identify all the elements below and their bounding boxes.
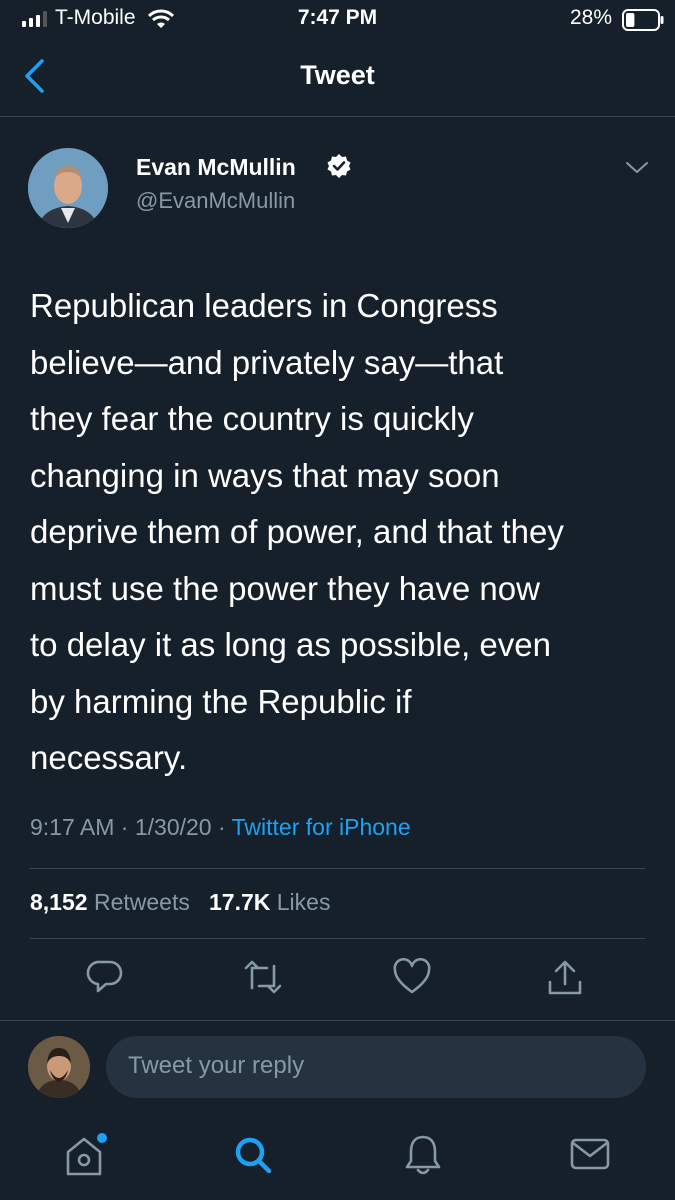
divider [0,1020,675,1021]
divider [0,116,675,117]
reply-placeholder: Tweet your reply [128,1052,305,1079]
user-avatar[interactable] [28,1036,90,1098]
author-avatar[interactable] [28,148,108,228]
battery-icon [622,9,664,31]
chevron-down-icon[interactable] [624,160,650,176]
tweet-stats: 8,152 Retweets 17.7K Likes [30,889,330,916]
page-title: Tweet [300,60,375,90]
tweet-time: 9:17 AM [30,814,115,840]
retweet-icon[interactable] [243,958,283,996]
reply-icon[interactable] [86,958,124,996]
divider [30,938,645,939]
retweets-stat[interactable]: 8,152 Retweets [30,889,190,915]
meta-separator: · [217,814,226,840]
author-handle[interactable]: @EvanMcMullin [136,188,295,214]
home-icon[interactable] [62,1132,110,1178]
verified-badge-icon [327,154,351,178]
meta-separator: · [120,814,129,840]
retweets-count: 8,152 [30,889,88,915]
likes-count: 17.7K [209,889,271,915]
likes-label: Likes [276,889,331,915]
battery-percent: 28% [570,6,613,29]
likes-stat[interactable]: 17.7K Likes [209,889,330,915]
author-name[interactable]: Evan McMullin [136,154,296,181]
messages-icon[interactable] [568,1132,614,1178]
retweets-label: Retweets [93,889,190,915]
notifications-icon[interactable] [402,1132,444,1178]
tweet-source-link[interactable]: Twitter for iPhone [232,814,411,840]
status-bar: T-Mobile 7:47 PM 28% [0,0,675,40]
search-icon[interactable] [232,1132,278,1178]
share-icon[interactable] [545,958,585,998]
divider [30,868,645,869]
like-icon[interactable] [392,958,432,996]
tweet-date: 1/30/20 [134,814,212,840]
tweet-text: Republican leaders in Congress believe—a… [30,287,564,776]
tweet-meta: 9:17 AM · 1/30/20 · Twitter for iPhone [30,814,411,841]
